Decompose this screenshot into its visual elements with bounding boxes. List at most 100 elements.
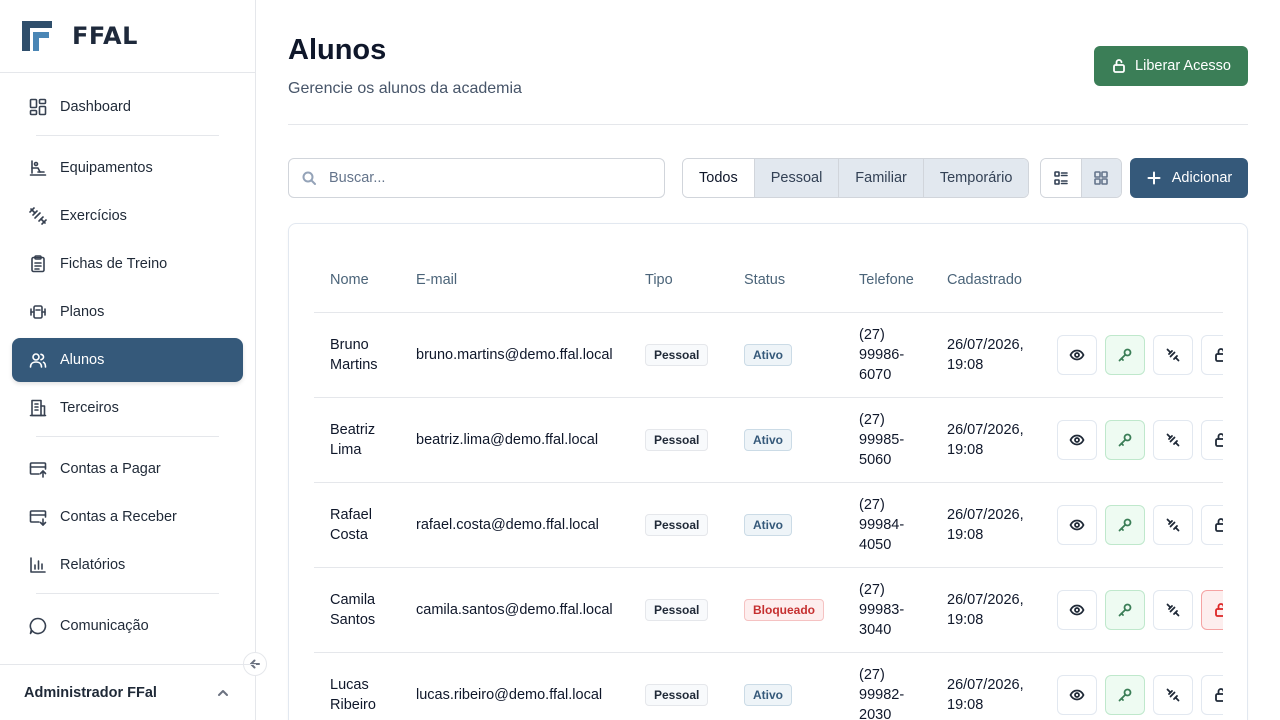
- phone-part: 99982-: [859, 686, 905, 703]
- sidebar-item-relatorios[interactable]: Relatórios: [12, 543, 243, 587]
- users-icon: [29, 353, 47, 368]
- sidebar-item-alunos[interactable]: Alunos: [12, 338, 243, 382]
- cell-email: rafael.costa@demo.ffal.local: [400, 482, 629, 568]
- table-scroll-area[interactable]: Nome E-mail Tipo Status Telefone Cadastr…: [314, 248, 1223, 720]
- workout-button[interactable]: [1153, 504, 1193, 545]
- column-header-nome[interactable]: Nome: [314, 248, 400, 313]
- cell-type: Pessoal: [629, 397, 728, 483]
- first-name: Beatriz: [330, 421, 376, 438]
- access-key-button[interactable]: [1105, 504, 1145, 545]
- user-name: Administrador FFal: [24, 684, 157, 701]
- created-time: 19:08: [947, 441, 984, 458]
- add-aluno-button[interactable]: Adicionar: [1130, 158, 1248, 198]
- dashboard-icon: [29, 98, 47, 116]
- view-button[interactable]: [1057, 504, 1097, 545]
- created-date: 26/07/2026,: [947, 591, 1024, 608]
- table-row: Lucas Ribeiro lucas.ribeiro@demo.ffal.loc…: [314, 652, 1223, 720]
- cell-phone: (27) 99983- 3040: [843, 567, 931, 653]
- sidebar-item-label: Comunicação: [60, 618, 149, 634]
- lock-toggle-button[interactable]: [1201, 674, 1223, 715]
- view-button[interactable]: [1057, 674, 1097, 715]
- column-header-tipo[interactable]: Tipo: [629, 248, 728, 313]
- cell-email: beatriz.lima@demo.ffal.local: [400, 397, 629, 483]
- access-key-button[interactable]: [1105, 419, 1145, 460]
- list-view-icon: [1054, 171, 1068, 185]
- lock-toggle-button[interactable]: [1201, 419, 1223, 460]
- view-button[interactable]: [1057, 589, 1097, 630]
- status-badge: Bloqueado: [744, 598, 824, 621]
- phone-part: (27): [859, 411, 885, 428]
- logo[interactable]: FFAL: [0, 0, 255, 73]
- status-badge: Ativo: [744, 683, 792, 706]
- column-header-status[interactable]: Status: [728, 248, 843, 313]
- access-key-button[interactable]: [1105, 589, 1145, 630]
- sidebar-nav: Dashboard Equipamentos Exercícios Fichas…: [0, 73, 255, 648]
- cell-type: Pessoal: [629, 312, 728, 398]
- cell-type: Pessoal: [629, 652, 728, 720]
- eye-icon: [1069, 434, 1085, 445]
- sidebar-item-fichas-de-treino[interactable]: Fichas de Treino: [12, 242, 243, 286]
- first-name: Lucas: [330, 676, 369, 693]
- cell-email: camila.santos@demo.ffal.local: [400, 567, 629, 653]
- filter-tab-temporario[interactable]: Temporário: [922, 159, 1029, 197]
- filter-tab-todos[interactable]: Todos: [683, 159, 754, 197]
- view-button[interactable]: [1057, 334, 1097, 375]
- list-view-button[interactable]: [1041, 159, 1081, 197]
- cell-phone: (27) 99985- 5060: [843, 397, 931, 483]
- table-row: Camila Santos camila.santos@demo.ffal.loc…: [314, 567, 1223, 653]
- liberar-acesso-button[interactable]: Liberar Acesso: [1094, 46, 1248, 86]
- sidebar-item-comunicacao[interactable]: Comunicação: [12, 604, 243, 648]
- grid-view-icon: [1094, 171, 1109, 185]
- sidebar-item-equipamentos[interactable]: Equipamentos: [12, 146, 243, 190]
- phone-part: 99984-: [859, 516, 905, 533]
- created-date: 26/07/2026,: [947, 676, 1024, 693]
- workout-button[interactable]: [1153, 334, 1193, 375]
- filter-tab-familiar[interactable]: Familiar: [838, 159, 923, 197]
- building-icon: [29, 399, 47, 417]
- column-header-cadastrado[interactable]: Cadastrado: [931, 248, 1041, 313]
- chevron-up-icon: [218, 689, 228, 696]
- sidebar-item-planos[interactable]: Planos: [12, 290, 243, 334]
- sidebar-item-dashboard[interactable]: Dashboard: [12, 85, 243, 129]
- dumbbell-icon: [1166, 603, 1180, 616]
- cell-name: Beatriz Lima: [314, 397, 400, 483]
- sidebar-item-contas-a-pagar[interactable]: Contas a Pagar: [12, 447, 243, 491]
- access-key-button[interactable]: [1105, 334, 1145, 375]
- sidebar-item-label: Contas a Receber: [60, 509, 177, 525]
- exercise-icon: [29, 207, 47, 225]
- workout-button[interactable]: [1153, 419, 1193, 460]
- sidebar-item-label: Alunos: [60, 352, 105, 368]
- column-header-email[interactable]: E-mail: [400, 248, 629, 313]
- workout-button[interactable]: [1153, 589, 1193, 630]
- access-key-button[interactable]: [1105, 674, 1145, 715]
- cell-type: Pessoal: [629, 567, 728, 653]
- dumbbell-icon: [1166, 688, 1180, 701]
- lock-toggle-button[interactable]: [1201, 334, 1223, 375]
- column-header-telefone[interactable]: Telefone: [843, 248, 931, 313]
- first-name: Camila: [330, 591, 376, 608]
- key-icon: [1118, 433, 1132, 446]
- sidebar-item-exercicios[interactable]: Exercícios: [12, 194, 243, 238]
- cell-email: lucas.ribeiro@demo.ffal.local: [400, 652, 629, 720]
- grid-view-button[interactable]: [1080, 159, 1121, 197]
- cell-phone: (27) 99986- 6070: [843, 312, 931, 398]
- payable-icon: [29, 462, 47, 478]
- filter-tab-pessoal[interactable]: Pessoal: [753, 159, 839, 197]
- phone-part: (27): [859, 496, 885, 513]
- phone-part: 6070: [859, 366, 892, 383]
- cell-created: 26/07/2026, 19:08: [931, 482, 1041, 568]
- workout-button[interactable]: [1153, 674, 1193, 715]
- sidebar-item-contas-a-receber[interactable]: Contas a Receber: [12, 495, 243, 539]
- lock-toggle-button[interactable]: [1201, 504, 1223, 545]
- search-input[interactable]: [329, 170, 629, 186]
- cell-status: Ativo: [728, 397, 843, 483]
- search-box[interactable]: [288, 158, 665, 198]
- key-icon: [1118, 348, 1132, 361]
- user-menu[interactable]: Administrador FFal: [0, 664, 256, 720]
- phone-part: 2030: [859, 706, 892, 720]
- sidebar-item-terceiros[interactable]: Terceiros: [12, 386, 243, 430]
- sidebar-item-label: Dashboard: [60, 99, 131, 115]
- lock-toggle-button[interactable]: [1201, 589, 1223, 630]
- view-button[interactable]: [1057, 419, 1097, 460]
- plus-icon: [1147, 171, 1161, 185]
